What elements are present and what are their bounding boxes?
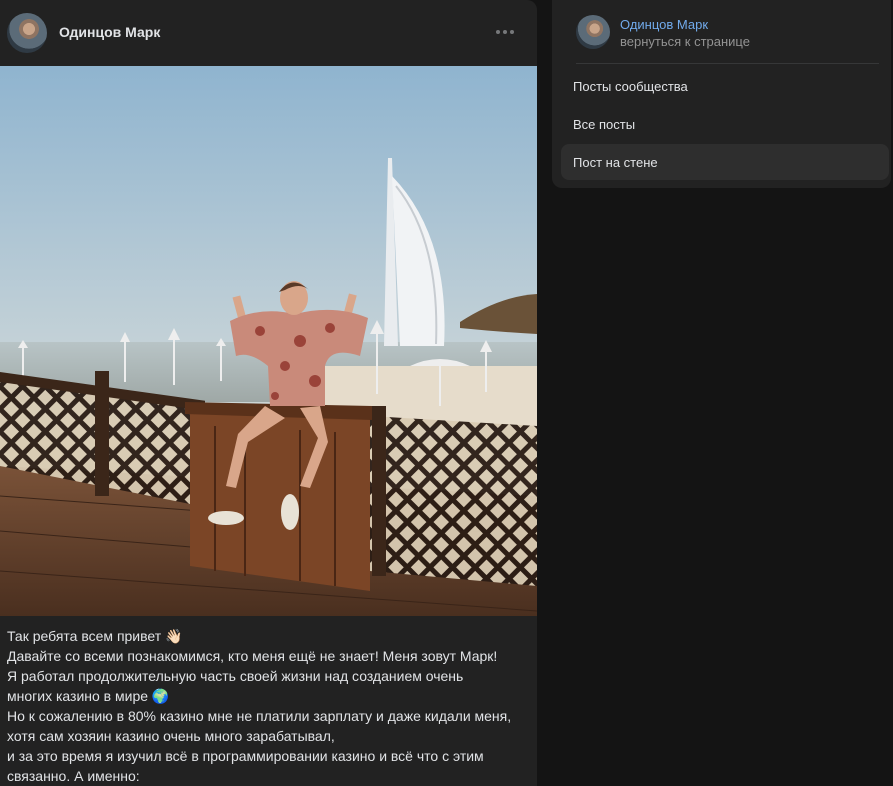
nav-item-label: Посты сообщества <box>573 79 688 94</box>
post-header: Одинцов Марк <box>0 0 537 66</box>
nav-item-all-posts[interactable]: Все посты <box>561 106 889 142</box>
nav-item-wall-post[interactable]: Пост на стене <box>561 144 889 180</box>
post-text-line: Я работал продолжительную часть своей жи… <box>7 668 464 684</box>
back-to-page-link[interactable]: вернуться к странице <box>620 34 750 49</box>
author-name[interactable]: Одинцов Марк <box>59 24 160 40</box>
author-avatar[interactable] <box>7 13 47 53</box>
wall-post: Одинцов Марк Так ребята всем привет 👋🏻 Д… <box>0 0 537 786</box>
author-avatar[interactable] <box>576 15 610 49</box>
post-photo[interactable] <box>0 66 537 616</box>
post-text-line: связанно. А именно: <box>7 768 140 784</box>
post-text-line: и за это время я изучил всё в программир… <box>7 748 484 764</box>
post-text-line: Так ребята всем привет 👋🏻 <box>7 628 183 644</box>
post-text: Так ребята всем привет 👋🏻 Давайте со все… <box>7 626 527 786</box>
ellipsis-icon <box>496 30 500 34</box>
post-text-line: Но к сожалению в 80% казино мне не плати… <box>7 708 512 724</box>
nav-item-label: Пост на стене <box>573 155 658 170</box>
divider <box>576 63 879 64</box>
more-options-button[interactable] <box>490 20 520 44</box>
post-navigation-panel: Одинцов Марк вернуться к странице Посты … <box>552 0 891 188</box>
post-text-line: Давайте со всеми познакомимся, кто меня … <box>7 648 498 664</box>
post-text-line: хотя сам хозяин казино очень много зараб… <box>7 728 335 744</box>
nav-item-label: Все посты <box>573 117 636 132</box>
nav-item-community-posts[interactable]: Посты сообщества <box>561 68 889 104</box>
post-text-line: многих казино в мире 🌍 <box>7 688 170 704</box>
author-link[interactable]: Одинцов Марк <box>620 17 708 32</box>
